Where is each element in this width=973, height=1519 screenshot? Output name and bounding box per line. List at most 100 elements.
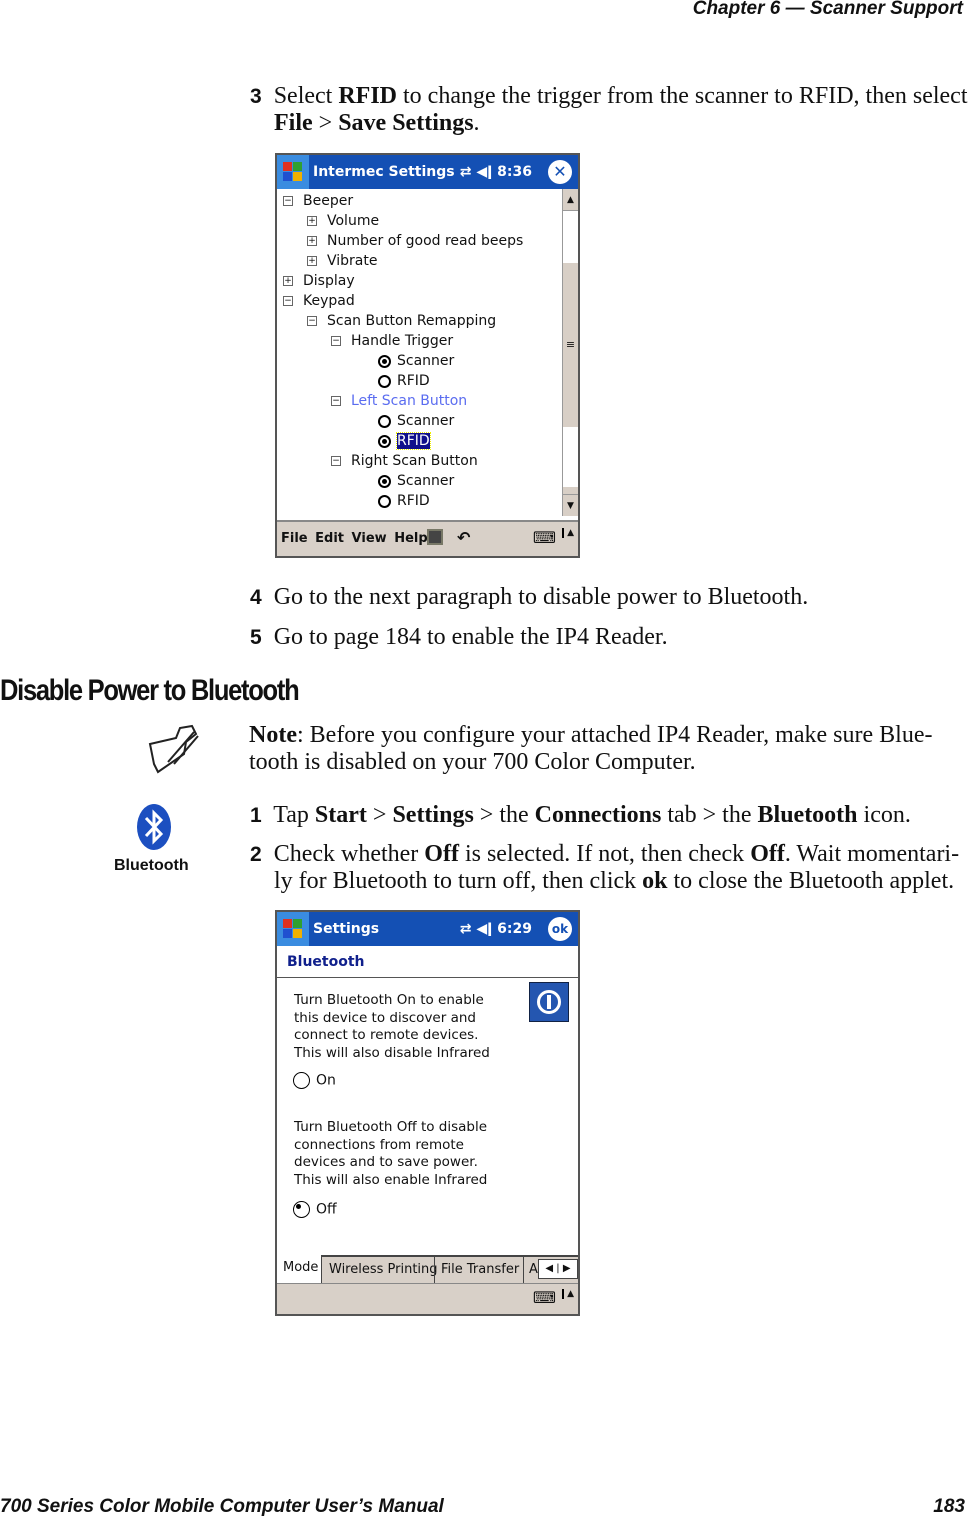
tree-item-good-read-beeps[interactable]: + Number of good read beeps bbox=[307, 231, 523, 251]
expand-icon[interactable]: + bbox=[307, 236, 317, 246]
radio-icon[interactable] bbox=[378, 374, 391, 388]
scroll-up-icon[interactable]: ▲ bbox=[563, 189, 578, 211]
radio-selected-icon[interactable] bbox=[293, 1201, 310, 1218]
status-area: ⇄ ◀ǀ 8:36 bbox=[460, 164, 532, 180]
tab-mode[interactable]: Mode bbox=[277, 1255, 322, 1285]
bold-text: RFID bbox=[338, 83, 397, 109]
close-button[interactable]: ✕ bbox=[548, 160, 572, 184]
radio-left-scanner[interactable]: Scanner bbox=[378, 411, 454, 431]
keyboard-icon[interactable]: ⌨ bbox=[533, 528, 556, 547]
tree-item-scan-button-remapping[interactable]: − Scan Button Remapping bbox=[307, 311, 496, 331]
text: Go to the next paragraph to disable powe… bbox=[273, 584, 809, 610]
collapse-icon[interactable]: − bbox=[283, 196, 293, 206]
label: Vibrate bbox=[327, 253, 378, 269]
bottom-bar: ⌨ ▲ bbox=[277, 1283, 578, 1314]
tab-wireless-printing[interactable]: Wireless Printing bbox=[329, 1257, 438, 1283]
page-number: 183 bbox=[933, 1496, 965, 1517]
expand-icon[interactable]: + bbox=[307, 256, 317, 266]
label: Number of good read beeps bbox=[327, 233, 524, 249]
tree-item-handle-trigger[interactable]: − Handle Trigger bbox=[331, 331, 453, 351]
radio-handle-scanner[interactable]: Scanner bbox=[378, 351, 454, 371]
expand-icon[interactable]: + bbox=[283, 276, 293, 286]
text: Check whether bbox=[273, 841, 425, 867]
scroll-thumb[interactable]: ≡ bbox=[563, 263, 578, 427]
text: is selected. If not, then check bbox=[458, 841, 751, 867]
tab-left-arrow-icon[interactable]: ◀ bbox=[545, 1263, 553, 1274]
tree-item-left-scan-button[interactable]: − Left Scan Button bbox=[331, 391, 467, 411]
radio-right-scanner[interactable]: Scanner bbox=[378, 471, 454, 491]
text: ly for Bluetooth to turn off, then click bbox=[274, 868, 643, 894]
collapse-icon[interactable]: − bbox=[331, 336, 341, 346]
label: Scanner bbox=[397, 473, 455, 489]
radio-icon[interactable] bbox=[378, 494, 391, 508]
clock[interactable]: 6:29 bbox=[497, 921, 532, 937]
menu-edit[interactable]: Edit bbox=[315, 531, 344, 546]
collapse-icon[interactable]: − bbox=[331, 396, 341, 406]
tab-strip: Mode Wireless Printing File Transfer A ◀… bbox=[277, 1255, 578, 1285]
radio-selected-icon[interactable] bbox=[378, 434, 391, 448]
windows-start-icon[interactable] bbox=[277, 912, 309, 946]
clock[interactable]: 8:36 bbox=[497, 164, 532, 180]
bluetooth-power-icon bbox=[529, 982, 569, 1022]
radio-right-rfid[interactable]: RFID bbox=[378, 491, 430, 511]
bold-text: ok bbox=[642, 868, 668, 894]
bold-text: Off bbox=[750, 841, 785, 867]
tree-item-volume[interactable]: + Volume bbox=[307, 211, 379, 231]
connectivity-icon[interactable]: ⇄ bbox=[460, 164, 472, 180]
tree-item-beeper[interactable]: − Beeper bbox=[283, 191, 353, 211]
text: connect to remote devices. bbox=[294, 1027, 479, 1043]
ok-button[interactable]: ok bbox=[548, 917, 572, 941]
menu-view[interactable]: View bbox=[352, 531, 387, 546]
volume-icon[interactable]: ◀ǀ bbox=[476, 921, 492, 937]
label: RFID bbox=[397, 373, 430, 389]
note: Note: Before you configure your attached… bbox=[249, 722, 932, 776]
radio-off[interactable]: Off bbox=[293, 1201, 337, 1218]
volume-icon[interactable]: ◀ǀ bbox=[476, 164, 492, 180]
text: This will also enable Infrared bbox=[294, 1171, 488, 1188]
bt-step-2: 2 Check whether Off is selected. If not,… bbox=[250, 841, 959, 895]
radio-left-rfid[interactable]: RFID bbox=[378, 431, 431, 451]
sip-arrow-icon[interactable]: ▲ bbox=[562, 528, 574, 538]
text: to change the trigger from the scanner t… bbox=[397, 83, 968, 109]
save-icon[interactable] bbox=[427, 529, 443, 545]
collapse-icon[interactable]: − bbox=[331, 456, 341, 466]
radio-selected-icon[interactable] bbox=[378, 354, 391, 368]
text: connections from remote bbox=[294, 1136, 464, 1153]
radio-on[interactable]: On bbox=[293, 1072, 336, 1089]
tree-item-vibrate[interactable]: + Vibrate bbox=[307, 251, 377, 271]
status-area: ⇄ ◀ǀ 6:29 bbox=[460, 921, 532, 937]
connectivity-icon[interactable]: ⇄ bbox=[460, 921, 472, 937]
tab-more[interactable]: A bbox=[523, 1257, 538, 1283]
menu-file[interactable]: File bbox=[281, 531, 308, 546]
label: Off bbox=[316, 1201, 337, 1218]
collapse-icon[interactable]: − bbox=[283, 296, 293, 306]
scroll-down-icon[interactable]: ▼ bbox=[563, 494, 578, 516]
vertical-scrollbar[interactable]: ▲ ≡ ▼ bbox=[562, 189, 578, 516]
text: this device to discover and bbox=[294, 1009, 476, 1026]
bold-text: Bluetooth bbox=[757, 802, 858, 828]
note-pencil-icon bbox=[148, 724, 199, 774]
tree-item-right-scan-button[interactable]: − Right Scan Button bbox=[331, 451, 478, 471]
sip-arrow-icon[interactable]: ▲ bbox=[562, 1289, 574, 1299]
tab-right-arrow-icon[interactable]: ▶ bbox=[563, 1263, 571, 1274]
title-bar: Settings ⇄ ◀ǀ 6:29 ok bbox=[277, 912, 578, 946]
tree-item-keypad[interactable]: − Keypad bbox=[283, 291, 355, 311]
collapse-icon[interactable]: − bbox=[307, 316, 317, 326]
radio-icon[interactable] bbox=[293, 1072, 310, 1089]
note-label: Note bbox=[249, 722, 297, 748]
label: Scan Button Remapping bbox=[327, 313, 497, 329]
label: Scanner bbox=[397, 413, 455, 429]
undo-icon[interactable]: ↶ bbox=[457, 528, 470, 547]
expand-icon[interactable]: + bbox=[307, 216, 317, 226]
label: RFID bbox=[396, 432, 431, 450]
tab-file-transfer[interactable]: File Transfer bbox=[434, 1257, 519, 1283]
keyboard-icon[interactable]: ⌨ bbox=[533, 1288, 556, 1307]
radio-selected-icon[interactable] bbox=[378, 474, 391, 488]
tree-item-display[interactable]: + Display bbox=[283, 271, 355, 291]
windows-start-icon[interactable] bbox=[277, 155, 309, 189]
menu-help[interactable]: Help bbox=[394, 531, 427, 546]
radio-icon[interactable] bbox=[378, 414, 391, 428]
text: to close the Bluetooth applet. bbox=[667, 868, 955, 894]
radio-handle-rfid[interactable]: RFID bbox=[378, 371, 430, 391]
tab-scroll-arrows[interactable]: ◀ | ▶ bbox=[538, 1259, 578, 1279]
